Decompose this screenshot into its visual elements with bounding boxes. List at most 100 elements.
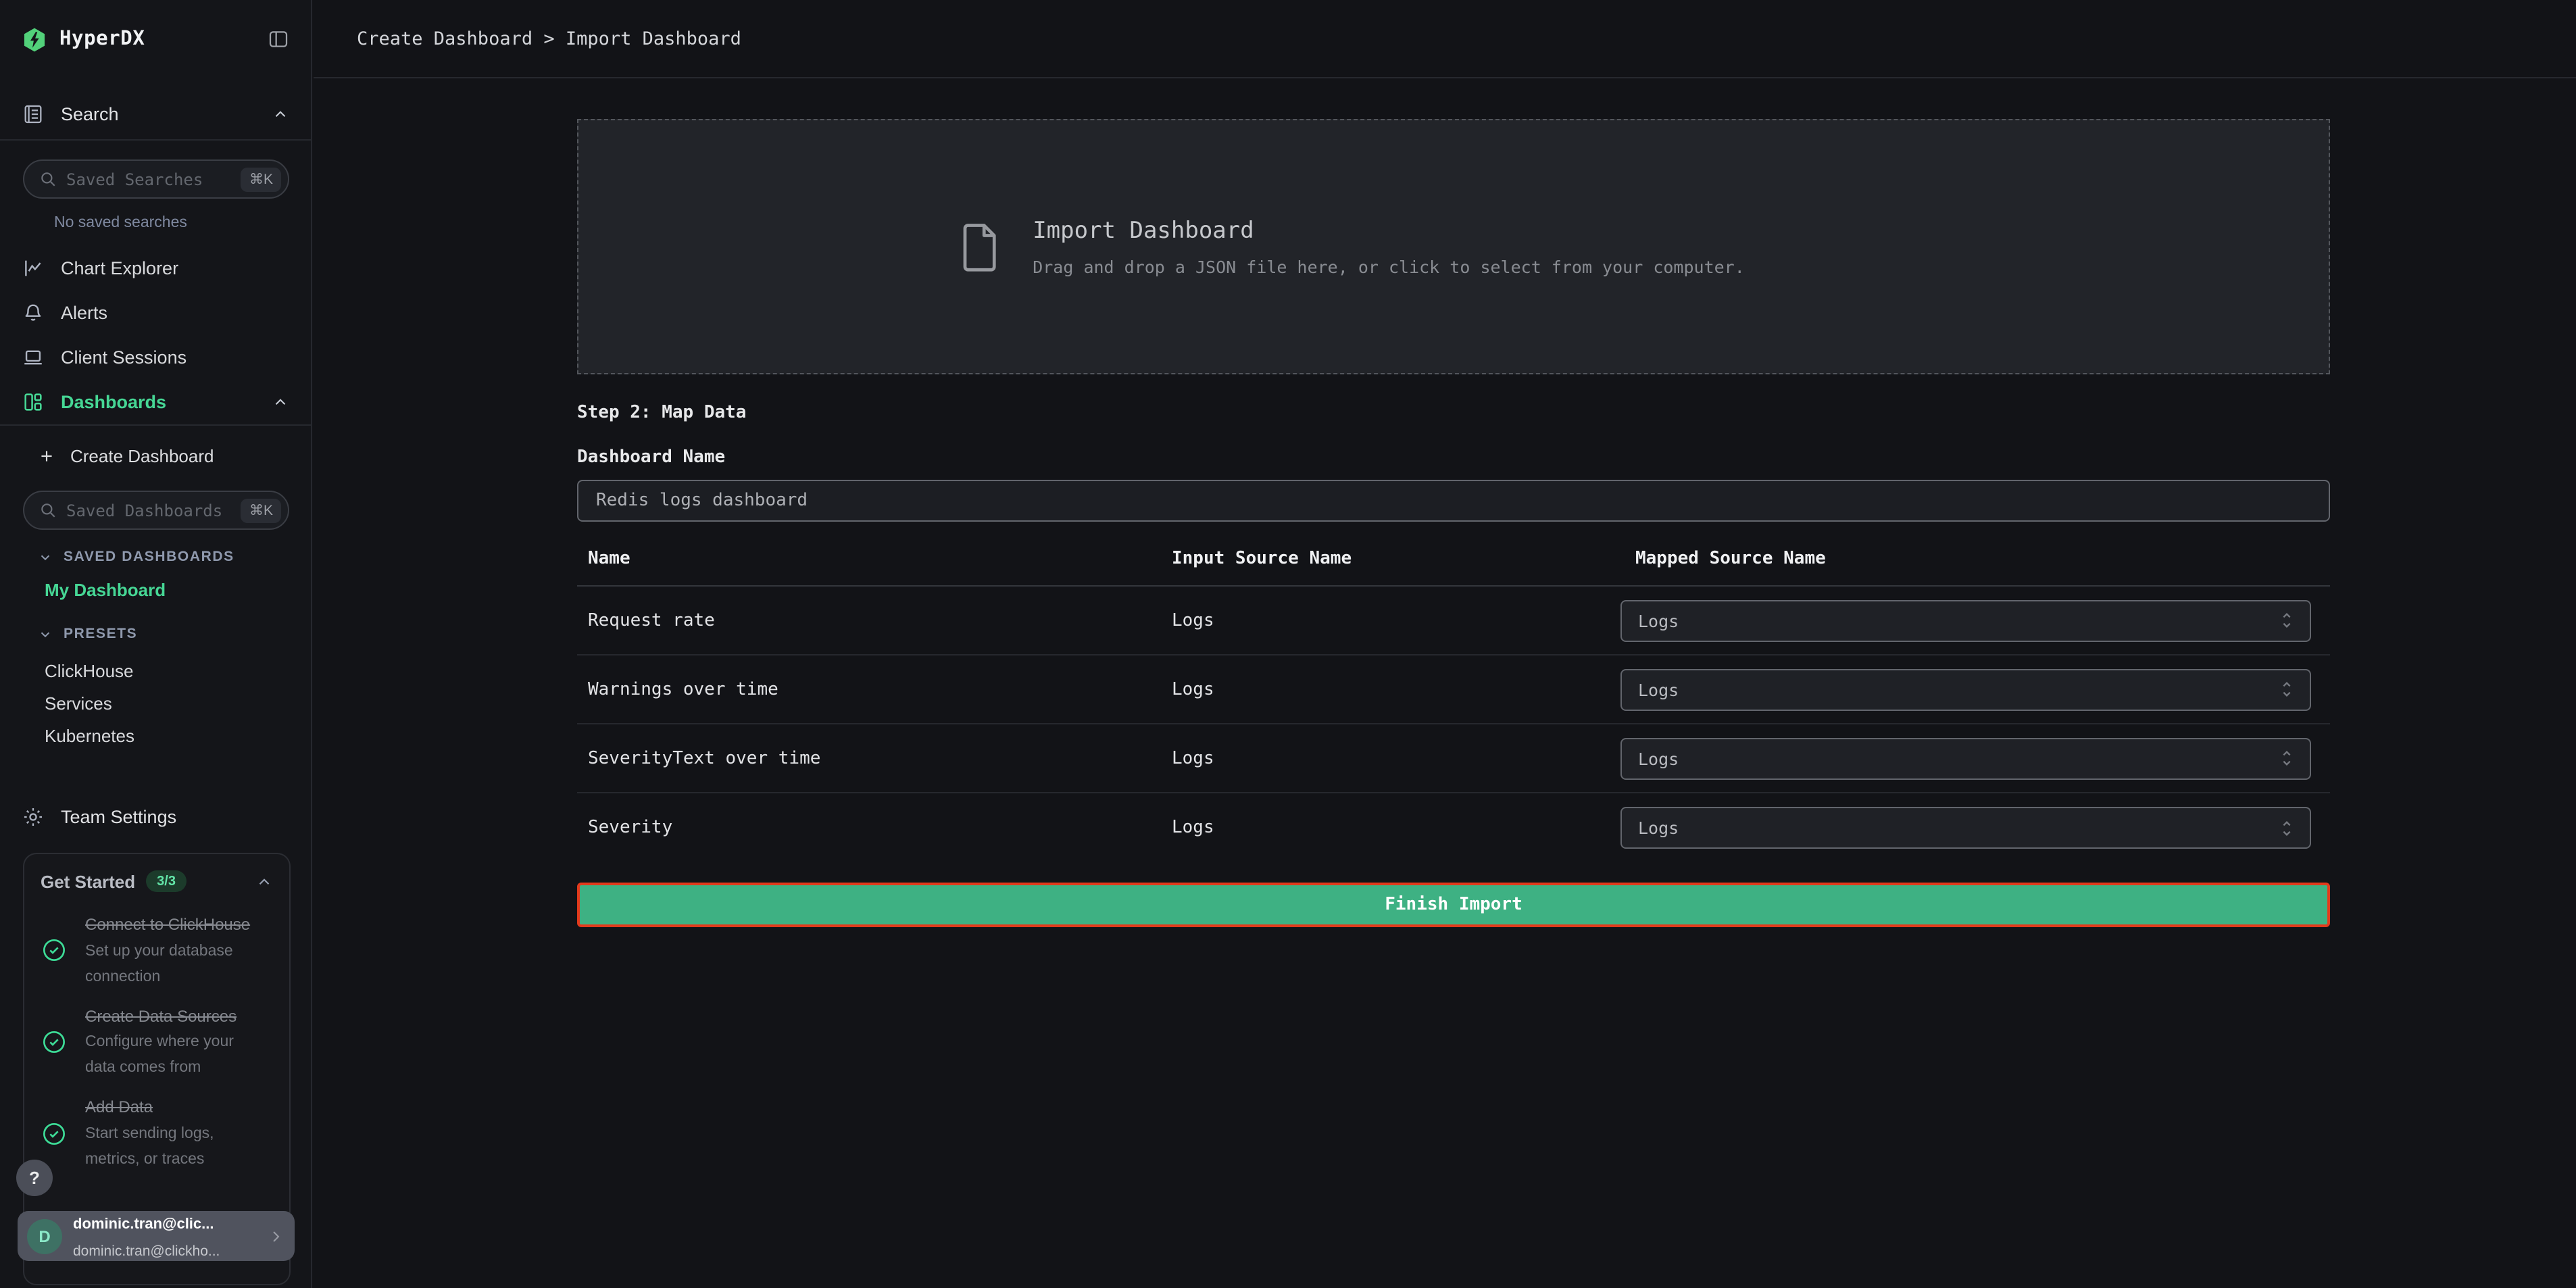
saved-dashboards-searchbox[interactable]: ⌘K: [23, 491, 289, 530]
create-dashboard-button[interactable]: Create Dashboard: [0, 434, 311, 478]
sidebar-item-my-dashboard[interactable]: My Dashboard: [45, 572, 289, 607]
preset-label: Kubernetes: [45, 725, 134, 745]
selected-option: Logs: [1638, 748, 2277, 768]
sidebar-item-label: Chart Explorer: [61, 258, 289, 278]
my-dashboard-label: My Dashboard: [45, 579, 166, 599]
check-circle-icon: [41, 1120, 68, 1147]
sidebar: HyperDX Search: [0, 0, 312, 1288]
finish-import-button[interactable]: Finish Import: [577, 883, 2330, 927]
chevron-up-icon: [272, 393, 289, 411]
sidebar-item-services[interactable]: Services: [45, 687, 289, 719]
preset-label: Services: [45, 693, 112, 713]
saved-searches-searchbox[interactable]: ⌘K: [23, 159, 289, 199]
user-email: dominic.tran@clickho...: [73, 1243, 220, 1259]
file-icon: [960, 220, 1000, 274]
mapped-source-select[interactable]: Logs: [1620, 599, 2311, 641]
dashboard-name-label: Dashboard Name: [577, 447, 2330, 468]
laptop-icon: [22, 346, 45, 369]
chevron-up-icon: [272, 105, 289, 123]
saved-dashboards-header[interactable]: SAVED DASHBOARDS: [38, 549, 289, 565]
topbar: Create Dashboard > Import Dashboard: [314, 0, 2576, 78]
step-description: Configure where your data comes from: [85, 1034, 234, 1076]
mapped-source-select[interactable]: Logs: [1620, 668, 2311, 710]
progress-badge: 3/3: [146, 870, 187, 892]
check-circle-icon: [41, 1029, 68, 1056]
sidebar-item-search[interactable]: Search: [0, 78, 311, 141]
help-button[interactable]: ?: [16, 1160, 53, 1196]
chevron-up-icon[interactable]: [255, 872, 273, 890]
select-chevrons-icon: [2277, 678, 2296, 700]
column-header-mapped-source: Mapped Source Name: [1620, 549, 2330, 569]
user-account-chip[interactable]: D dominic.tran@clic... dominic.tran@clic…: [18, 1211, 295, 1261]
get-started-step-add-data[interactable]: Add Data Start sending logs, metrics, or…: [41, 1095, 273, 1172]
bell-icon: [22, 301, 45, 324]
table-row: Severity Logs Logs: [577, 793, 2330, 862]
sidebar-nav: Chart Explorer Alerts Client Sessions: [0, 246, 311, 424]
sidebar-item-kubernetes[interactable]: Kubernetes: [45, 719, 289, 751]
sidebar-item-dashboards[interactable]: Dashboards: [0, 380, 311, 424]
column-header-name: Name: [577, 549, 1172, 569]
logo-row: HyperDX: [0, 0, 311, 78]
presets-header-label: PRESETS: [64, 626, 137, 642]
create-dashboard-label: Create Dashboard: [70, 446, 214, 466]
line-chart-icon: [22, 257, 45, 280]
input-source-cell: Logs: [1172, 748, 1620, 768]
get-started-title: Get Started: [41, 871, 135, 891]
sidebar-item-clickhouse[interactable]: ClickHouse: [45, 654, 289, 687]
sidebar-item-chart-explorer[interactable]: Chart Explorer: [0, 246, 311, 291]
selected-option: Logs: [1638, 610, 2277, 630]
shortcut-badge: ⌘K: [241, 498, 281, 522]
chart-name-cell: SeverityText over time: [577, 748, 1172, 768]
team-settings-label: Team Settings: [61, 806, 289, 826]
source-mapping-table: Name Input Source Name Mapped Source Nam…: [577, 532, 2330, 862]
sidebar-item-client-sessions[interactable]: Client Sessions: [0, 335, 311, 380]
dashboard-name-input[interactable]: [577, 480, 2330, 522]
search-icon: [39, 170, 57, 188]
sidebar-item-label: Client Sessions: [61, 347, 289, 368]
chart-name-cell: Severity: [577, 818, 1172, 838]
sidebar-item-alerts[interactable]: Alerts: [0, 291, 311, 335]
table-row: SeverityText over time Logs Logs: [577, 724, 2330, 793]
shortcut-badge: ⌘K: [241, 167, 281, 191]
saved-dashboards-input[interactable]: [66, 501, 232, 520]
step-title: Add Data: [85, 1098, 153, 1117]
step-2-title: Step 2: Map Data: [577, 403, 2330, 423]
input-source-cell: Logs: [1172, 610, 1620, 630]
app-title: HyperDX: [59, 28, 255, 50]
get-started-step-sources[interactable]: Create Data Sources Configure where your…: [41, 1004, 273, 1080]
mapped-source-select[interactable]: Logs: [1620, 737, 2311, 779]
input-source-cell: Logs: [1172, 818, 1620, 838]
mapped-source-select[interactable]: Logs: [1620, 807, 2311, 849]
search-icon: [39, 501, 57, 519]
saved-dashboards-header-label: SAVED DASHBOARDS: [64, 549, 234, 565]
table-row: Warnings over time Logs Logs: [577, 655, 2330, 724]
check-circle-icon: [41, 937, 68, 964]
get-started-step-connect[interactable]: Connect to ClickHouse Set up your databa…: [41, 912, 273, 989]
breadcrumb: Create Dashboard > Import Dashboard: [357, 28, 741, 49]
no-saved-searches-text: No saved searches: [54, 215, 289, 231]
step-description: Start sending logs, metrics, or traces: [85, 1126, 214, 1168]
presets-header[interactable]: PRESETS: [38, 626, 289, 642]
chevron-down-icon: [38, 626, 53, 641]
chart-name-cell: Warnings over time: [577, 679, 1172, 699]
json-dropzone[interactable]: Import Dashboard Drag and drop a JSON fi…: [577, 119, 2330, 374]
sidebar-item-team-settings[interactable]: Team Settings: [0, 780, 311, 842]
divider: [0, 424, 311, 426]
dropzone-title: Import Dashboard: [1033, 217, 1745, 244]
dashboard-layout-icon: [22, 391, 45, 414]
get-started-header[interactable]: Get Started 3/3: [41, 870, 273, 892]
hyperdx-logo-icon: [22, 26, 47, 52]
select-chevrons-icon: [2277, 610, 2296, 631]
sidebar-item-label: Dashboards: [61, 392, 255, 412]
step-title: Connect to ClickHouse: [85, 915, 250, 934]
sidebar-item-label: Search: [61, 104, 255, 124]
plus-icon: [38, 447, 55, 465]
saved-searches-input[interactable]: [66, 170, 232, 189]
app-root: HyperDX Search: [0, 0, 2576, 1288]
sidebar-item-label: Alerts: [61, 303, 289, 323]
gear-icon: [22, 805, 45, 828]
chevron-right-icon: [268, 1228, 284, 1244]
main-area: Create Dashboard > Import Dashboard Impo…: [314, 0, 2576, 1288]
select-chevrons-icon: [2277, 817, 2296, 839]
collapse-sidebar-icon[interactable]: [268, 28, 289, 50]
